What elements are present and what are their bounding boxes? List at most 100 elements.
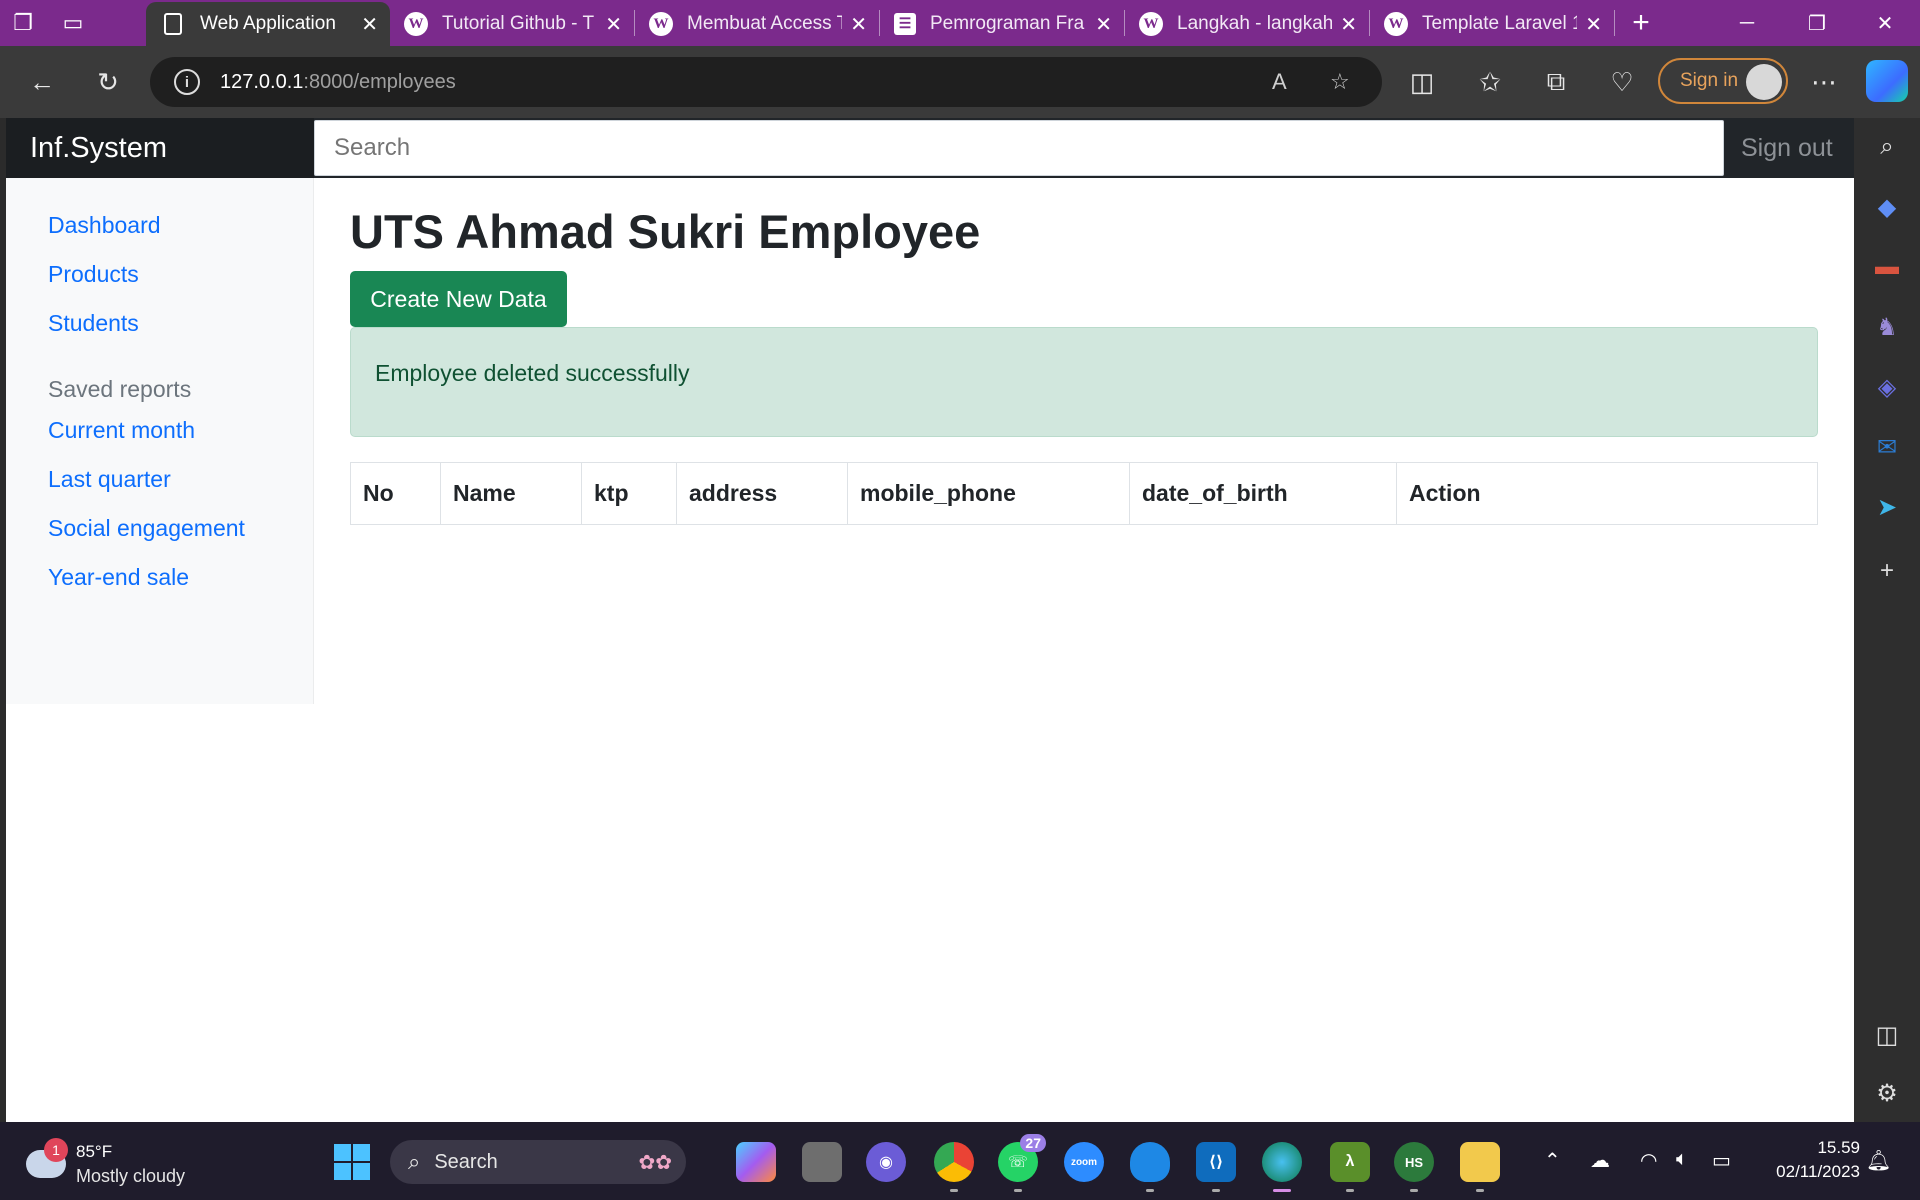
taskbar-search[interactable]: ⌕ Search ✿✿ bbox=[390, 1140, 686, 1184]
edge-icon[interactable] bbox=[1262, 1142, 1302, 1192]
saved-reports-heading: Saved reports bbox=[48, 376, 192, 402]
copilot-app-icon[interactable] bbox=[736, 1142, 776, 1182]
url-text: 127.0.0.1:8000/employees bbox=[220, 71, 456, 94]
elephant-app-icon[interactable] bbox=[1130, 1142, 1170, 1192]
file-explorer-icon[interactable] bbox=[1460, 1142, 1500, 1192]
avatar bbox=[1746, 64, 1782, 100]
favorites-icon[interactable]: ✩ bbox=[1468, 60, 1512, 104]
battery-icon[interactable]: ▭ bbox=[1712, 1148, 1731, 1173]
list-icon: ☰ bbox=[894, 13, 916, 35]
wordpress-icon: W bbox=[649, 12, 673, 36]
tab-title: Tutorial Github - T bbox=[442, 13, 595, 34]
column-header-address: address bbox=[676, 462, 848, 525]
browser-tab-membuat-access[interactable]: W Membuat Access T ✕ bbox=[635, 2, 879, 46]
windows-logo-icon bbox=[334, 1144, 351, 1161]
split-screen-icon[interactable]: ◫ bbox=[1400, 60, 1444, 104]
games-icon[interactable]: ♞ bbox=[1870, 310, 1904, 344]
close-window-icon[interactable]: ✕ bbox=[1850, 0, 1920, 46]
wordpress-icon: W bbox=[1139, 12, 1163, 36]
browser-tab-template-laravel[interactable]: W Template Laravel 1 ✕ bbox=[1370, 2, 1614, 46]
windows-logo-icon bbox=[334, 1163, 351, 1180]
weather-widget[interactable]: 1 85°F Mostly cloudy bbox=[22, 1138, 222, 1188]
edge-sidebar: ⌕ ◆ ▬ ♞ ◈ ✉ ➤ + ◫ ⚙ bbox=[1854, 118, 1920, 1122]
add-icon[interactable]: + bbox=[1870, 554, 1904, 588]
brand-link[interactable]: Inf.System bbox=[6, 118, 314, 178]
weather-badge: 1 bbox=[44, 1138, 68, 1162]
minimize-icon[interactable]: ─ bbox=[1712, 0, 1782, 46]
sign-out-link[interactable]: Sign out bbox=[1741, 118, 1833, 178]
sidebar-item-social-engagement[interactable]: Social engagement bbox=[48, 515, 245, 542]
read-aloud-icon[interactable]: A bbox=[1272, 69, 1287, 95]
close-tab-icon[interactable]: ✕ bbox=[605, 12, 622, 37]
onedrive-icon[interactable]: ☁ bbox=[1590, 1148, 1610, 1173]
clock-date: 02/11/2023 bbox=[1776, 1162, 1860, 1181]
table-header-row: No Name ktp address mobile_phone date_of… bbox=[350, 462, 1818, 525]
teams-chat-icon[interactable]: ◉ bbox=[866, 1142, 906, 1182]
sidebar-item-students[interactable]: Students bbox=[48, 310, 139, 337]
drop-icon[interactable]: ➤ bbox=[1870, 490, 1904, 524]
shopping-tag-icon[interactable]: ◆ bbox=[1870, 190, 1904, 224]
browser-tab-pemrograman[interactable]: ☰ Pemrograman Fra ✕ bbox=[880, 2, 1124, 46]
column-header-mobile-phone: mobile_phone bbox=[847, 462, 1130, 525]
page-icon bbox=[164, 13, 182, 35]
microsoft-365-icon[interactable]: ◈ bbox=[1870, 370, 1904, 404]
create-new-data-button[interactable]: Create New Data bbox=[350, 271, 567, 327]
tools-icon[interactable]: ▬ bbox=[1870, 250, 1904, 284]
tab-title: Membuat Access T bbox=[687, 13, 843, 34]
tab-actions-icon[interactable]: ▭ bbox=[50, 0, 96, 46]
chrome-icon[interactable] bbox=[934, 1142, 974, 1192]
sidebar: Dashboard Products Students Saved report… bbox=[6, 178, 314, 704]
favorite-star-icon[interactable]: ☆ bbox=[1330, 69, 1350, 95]
browser-essentials-icon[interactable]: ♡ bbox=[1600, 60, 1644, 104]
browser-tab-langkah[interactable]: W Langkah - langkah ✕ bbox=[1125, 2, 1369, 46]
page-viewport: Inf.System Sign out Dashboard Products S… bbox=[6, 118, 1854, 1122]
xampp-icon[interactable]: λ bbox=[1330, 1142, 1370, 1192]
close-tab-icon[interactable]: ✕ bbox=[1585, 12, 1602, 37]
sidebar-item-year-end-sale[interactable]: Year-end sale bbox=[48, 564, 189, 591]
collections-icon[interactable]: ⧉ bbox=[1534, 60, 1578, 104]
browser-tab-tutorial-github[interactable]: W Tutorial Github - T ✕ bbox=[390, 2, 634, 46]
flower-icon: ✿✿ bbox=[638, 1151, 672, 1174]
close-tab-icon[interactable]: ✕ bbox=[1340, 12, 1357, 37]
settings-gear-icon[interactable]: ⚙ bbox=[1870, 1076, 1904, 1110]
whatsapp-icon[interactable]: ☏ 27 bbox=[998, 1134, 1046, 1192]
vscode-icon[interactable]: ⟨⟩ bbox=[1196, 1142, 1236, 1192]
task-view-icon[interactable] bbox=[802, 1142, 842, 1182]
whatsapp-badge: 27 bbox=[1020, 1134, 1046, 1152]
windows-logo-icon bbox=[353, 1144, 370, 1161]
address-bar[interactable]: i 127.0.0.1:8000/employees A ☆ bbox=[150, 57, 1382, 107]
tab-title: Langkah - langkah bbox=[1177, 13, 1333, 34]
sign-in-button[interactable]: Sign in bbox=[1658, 58, 1788, 104]
sidebar-item-current-month[interactable]: Current month bbox=[48, 417, 195, 444]
refresh-icon[interactable]: ↻ bbox=[86, 60, 130, 104]
workspaces-icon[interactable]: ❐ bbox=[0, 0, 46, 46]
restore-icon[interactable]: ❐ bbox=[1782, 0, 1852, 46]
sidebar-item-last-quarter[interactable]: Last quarter bbox=[48, 466, 171, 493]
wordpress-icon: W bbox=[1384, 12, 1408, 36]
site-info-icon[interactable]: i bbox=[174, 69, 200, 95]
zoom-icon[interactable]: zoom bbox=[1064, 1142, 1104, 1182]
clock[interactable]: 15.59 02/11/2023 bbox=[1756, 1136, 1860, 1184]
sidebar-item-products[interactable]: Products bbox=[48, 261, 139, 288]
browser-tab-web-application[interactable]: Web Application ✕ bbox=[146, 2, 390, 46]
hs-app-icon[interactable]: HS bbox=[1394, 1142, 1434, 1192]
close-tab-icon[interactable]: ✕ bbox=[1095, 12, 1112, 37]
sidebar-item-dashboard[interactable]: Dashboard bbox=[48, 212, 161, 239]
new-tab-button[interactable]: + bbox=[1615, 1, 1667, 45]
show-hidden-icons-icon[interactable]: ⌃ bbox=[1544, 1148, 1561, 1173]
copilot-icon[interactable] bbox=[1866, 60, 1908, 102]
outlook-icon[interactable]: ✉ bbox=[1870, 430, 1904, 464]
close-tab-icon[interactable]: ✕ bbox=[850, 12, 867, 37]
start-button[interactable] bbox=[334, 1144, 370, 1180]
volume-icon[interactable]: 🔈︎ bbox=[1676, 1148, 1688, 1171]
search-input[interactable] bbox=[314, 120, 1724, 176]
page-title: UTS Ahmad Sukri Employee bbox=[350, 205, 981, 258]
notifications-bell-icon[interactable]: 🔔︎ bbox=[1866, 1148, 1891, 1173]
search-icon[interactable]: ⌕ bbox=[1870, 130, 1904, 164]
more-options-icon[interactable]: ⋯ bbox=[1802, 60, 1846, 104]
hide-sidebar-icon[interactable]: ◫ bbox=[1870, 1018, 1904, 1052]
wifi-icon[interactable]: ◠ bbox=[1640, 1148, 1657, 1173]
back-icon[interactable]: ← bbox=[20, 60, 64, 104]
close-tab-icon[interactable]: ✕ bbox=[361, 12, 378, 37]
success-alert: Employee deleted successfully bbox=[350, 327, 1818, 437]
